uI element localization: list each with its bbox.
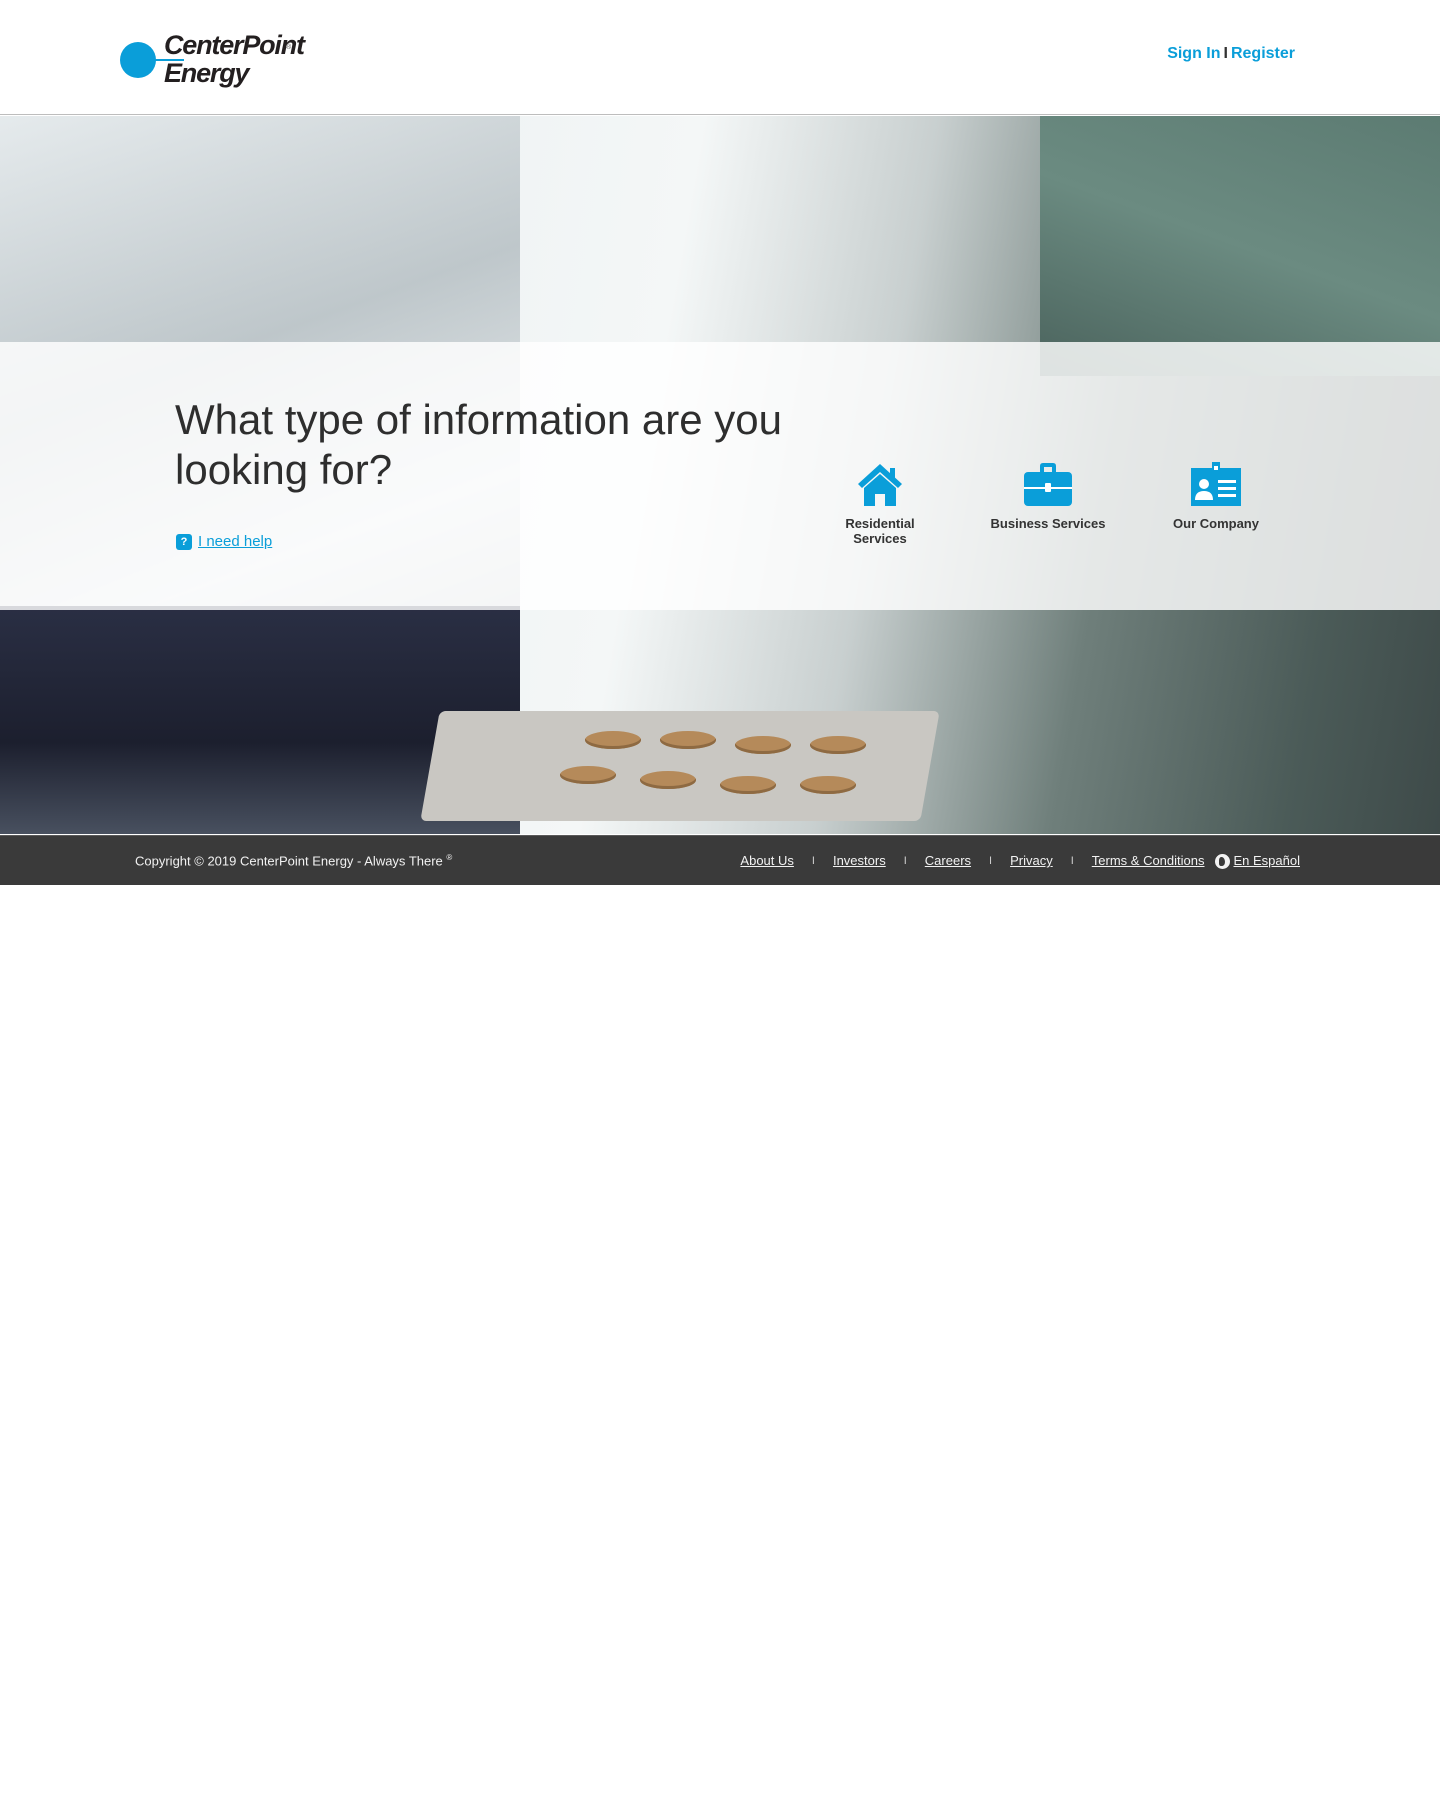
- hero-photo-cookie: [720, 776, 776, 794]
- residential-services-button[interactable]: Residential Services: [820, 462, 940, 546]
- footer-link-espanol[interactable]: En Español: [1234, 853, 1301, 868]
- footer-link-about-us[interactable]: About Us: [740, 853, 793, 868]
- auth-separator: I: [1223, 45, 1228, 62]
- globe-icon: [1214, 854, 1230, 869]
- page-title: What type of information are you looking…: [175, 396, 782, 493]
- help-link[interactable]: ? I need help: [176, 533, 272, 550]
- help-icon: ?: [176, 534, 192, 550]
- hero-photo-cookie: [660, 731, 716, 749]
- footer-nav: About Us I Investors I Careers I Privacy…: [740, 853, 1301, 869]
- id-card-icon: [1191, 462, 1241, 506]
- help-link-label: I need help: [198, 533, 273, 550]
- site-header: CenterPoint Energy ® Sign In I Register: [0, 0, 1440, 115]
- footer-link-investors[interactable]: Investors: [833, 853, 886, 868]
- auth-links: Sign In I Register: [1167, 45, 1295, 63]
- hero-photo-person: [1040, 116, 1440, 376]
- centerpoint-logo[interactable]: CenterPoint Energy ®: [120, 30, 305, 92]
- copyright-text: Copyright © 2019 CenterPoint Energy - Al…: [135, 853, 452, 868]
- footer-separator: I: [989, 854, 993, 867]
- hero-photo-cookie: [800, 776, 856, 794]
- logo-circle-icon: [120, 42, 184, 78]
- hero-photo-cookie: [810, 736, 866, 754]
- footer-link-privacy[interactable]: Privacy: [1010, 853, 1053, 868]
- our-company-button[interactable]: Our Company: [1156, 462, 1276, 531]
- site-footer: Copyright © 2019 CenterPoint Energy - Al…: [0, 835, 1440, 885]
- footer-link-terms[interactable]: Terms & Conditions: [1092, 853, 1205, 868]
- business-services-button[interactable]: Business Services: [988, 462, 1108, 531]
- hero-photo-cookie: [560, 766, 616, 784]
- hero-photo-cookie: [735, 736, 791, 754]
- residential-services-label: Residential Services: [845, 516, 915, 546]
- footer-separator: I: [903, 854, 907, 867]
- business-services-label: Business Services: [990, 516, 1106, 531]
- logo-text-line1: CenterPoint: [164, 30, 305, 60]
- sign-in-link[interactable]: Sign In: [1167, 45, 1220, 62]
- logo-registered-mark: ®: [286, 44, 292, 51]
- register-link[interactable]: Register: [1231, 45, 1295, 62]
- hero-photo-cookie: [585, 731, 641, 749]
- footer-separator: I: [811, 854, 815, 867]
- footer-separator: I: [1070, 854, 1074, 867]
- copyright-label: Copyright © 2019 CenterPoint Energy - Al…: [135, 853, 443, 869]
- our-company-label: Our Company: [1173, 516, 1259, 531]
- house-icon: [858, 464, 902, 506]
- footer-link-careers[interactable]: Careers: [925, 853, 971, 868]
- hero-photo-cookie-tray: [420, 711, 940, 821]
- copyright-registered-mark: ®: [446, 853, 453, 862]
- briefcase-icon: [1024, 463, 1072, 506]
- logo-text-line2: Energy: [164, 58, 250, 88]
- hero-photo-cookie: [640, 771, 696, 789]
